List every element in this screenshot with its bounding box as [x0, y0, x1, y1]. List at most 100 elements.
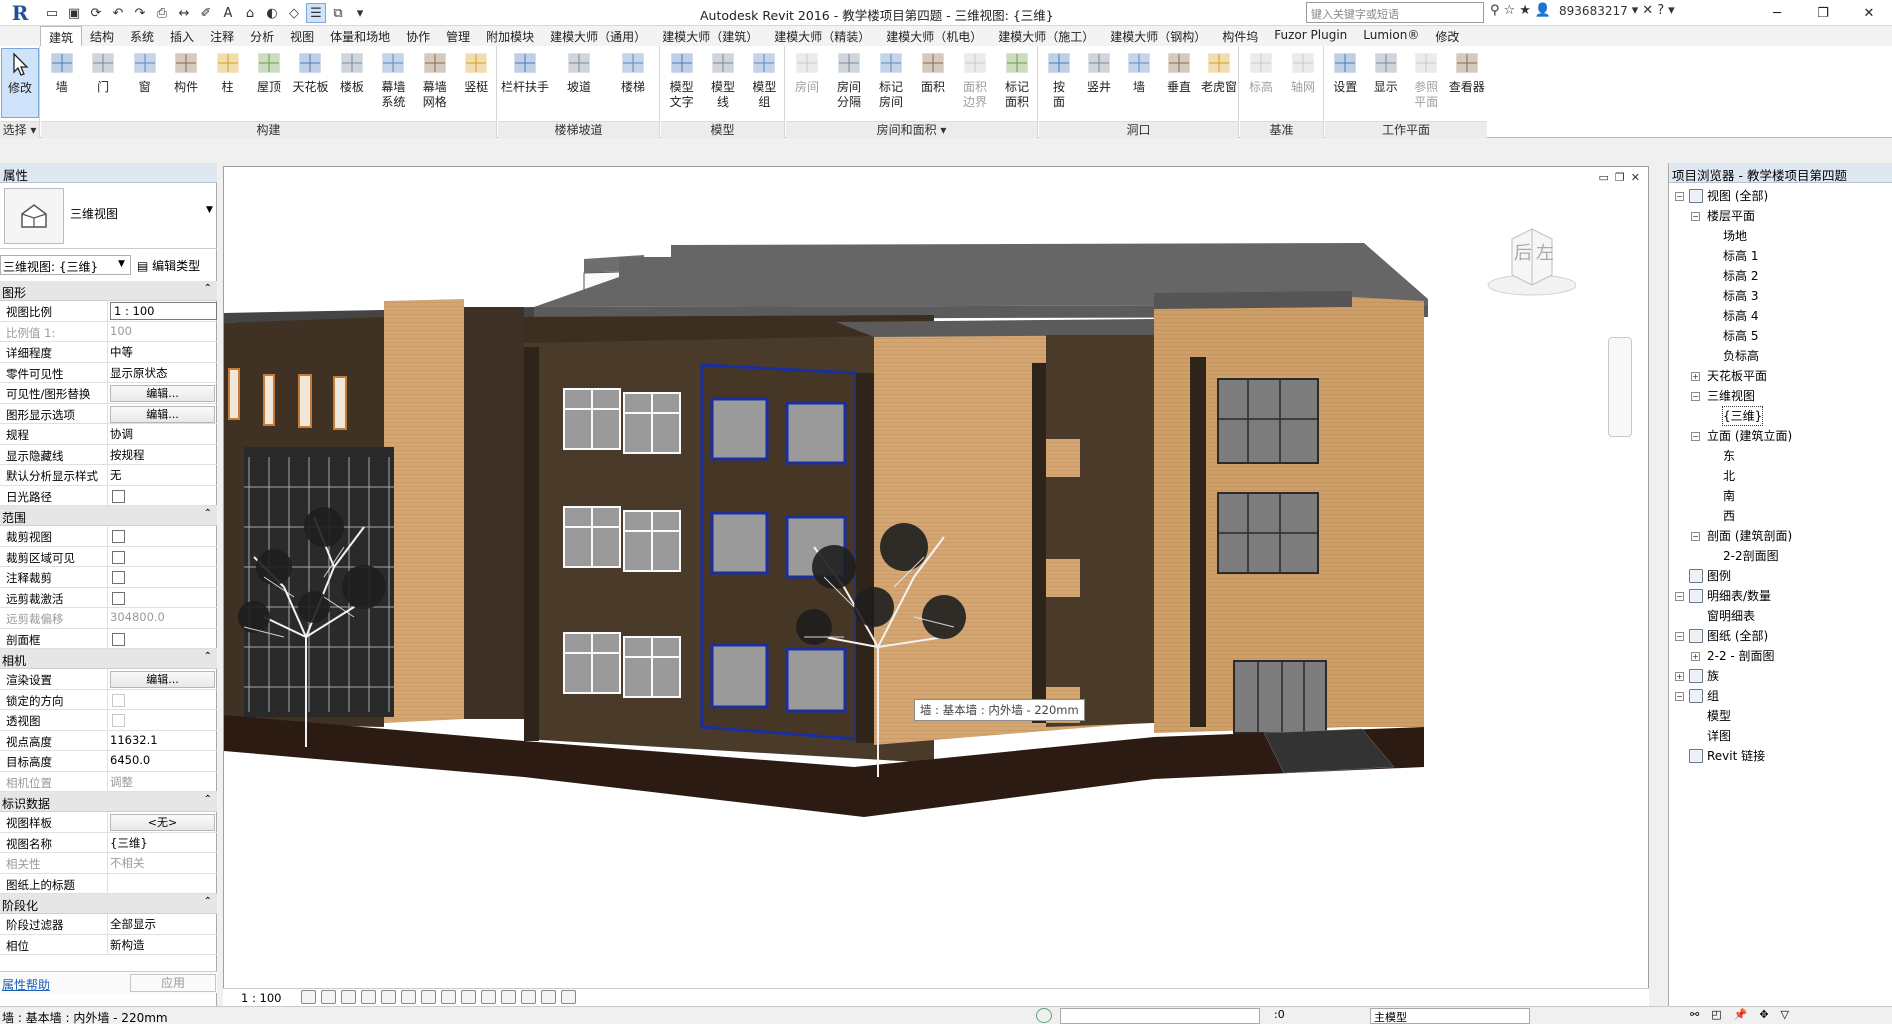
model-button-0[interactable]: 模型 文字	[661, 48, 702, 118]
open-icon[interactable]: ▭	[42, 3, 62, 23]
room-button-4[interactable]: 面积 边界	[954, 48, 996, 118]
collapse-icon[interactable]: −	[1675, 592, 1684, 601]
properties-help-link[interactable]: 属性帮助	[2, 976, 50, 993]
build-button-5[interactable]: 屋顶	[248, 48, 289, 118]
user-icon[interactable]: 👤	[1535, 3, 1551, 18]
room-button-1[interactable]: 房间 分隔	[828, 48, 870, 118]
datum-button-0[interactable]: 标高	[1240, 48, 1282, 118]
temp-view-props-icon[interactable]	[501, 990, 516, 1004]
collapse-icon[interactable]: −	[1675, 192, 1684, 201]
view-scale[interactable]: 1 : 100	[241, 991, 281, 1005]
circulation-button-0[interactable]: 栏杆扶手	[498, 48, 552, 118]
opening-button-3[interactable]: 垂直	[1159, 48, 1199, 118]
reveal-constraints-icon[interactable]	[561, 990, 576, 1004]
build-button-8[interactable]: 幕墙 系统	[373, 48, 414, 118]
prop-value[interactable]: 显示原状态	[108, 363, 217, 383]
tab-6[interactable]: 视图	[282, 26, 322, 46]
tree-node[interactable]: − 图纸 (全部)	[1669, 627, 1892, 647]
shadows-icon[interactable]	[361, 990, 376, 1004]
restore-icon[interactable]: ❐	[1800, 0, 1846, 26]
instance-dropdown-arrow-icon[interactable]: ▼	[118, 259, 125, 269]
prop-value[interactable]: 协调	[108, 424, 217, 444]
circulation-button-1[interactable]: 坡道	[552, 48, 606, 118]
tab-15[interactable]: 建模大师（施工）	[990, 26, 1102, 46]
prop-checkbox[interactable]	[112, 571, 125, 584]
search-input[interactable]: 键入关键字或短语	[1306, 2, 1484, 23]
collapse-icon[interactable]: −	[1675, 692, 1684, 701]
prop-checkbox[interactable]	[112, 632, 125, 646]
tree-node[interactable]: 模型	[1669, 707, 1892, 727]
tree-node[interactable]: 标高 3	[1669, 287, 1892, 307]
tree-node[interactable]: 2-2剖面图	[1669, 547, 1892, 567]
opening-button-4[interactable]: 老虎窗	[1199, 48, 1239, 118]
tree-node[interactable]: 场地	[1669, 227, 1892, 247]
workplane-button-3[interactable]: 查看器	[1447, 48, 1488, 118]
tab-2[interactable]: 系统	[122, 26, 162, 46]
collapse-icon[interactable]: −	[1691, 392, 1700, 401]
prop-value[interactable]: 新构造	[108, 935, 217, 955]
analysis-display-icon[interactable]	[521, 990, 536, 1004]
tree-node[interactable]: − 组	[1669, 687, 1892, 707]
room-button-3[interactable]: 面积	[912, 48, 954, 118]
sun-path-icon[interactable]	[341, 990, 356, 1004]
tab-14[interactable]: 建模大师（机电）	[878, 26, 990, 46]
tab-13[interactable]: 建模大师（精装）	[766, 26, 878, 46]
tab-18[interactable]: Fuzor Plugin	[1266, 26, 1355, 46]
tab-9[interactable]: 管理	[438, 26, 478, 46]
opening-button-2[interactable]: 墙	[1119, 48, 1159, 118]
reveal-hidden-icon[interactable]	[481, 990, 496, 1004]
datum-button-1[interactable]: 轴网	[1282, 48, 1324, 118]
group-label-room[interactable]: 房间和面积 ▾	[786, 121, 1037, 138]
prop-value[interactable]: 按规程	[108, 445, 217, 465]
viewcube-left[interactable]: 左	[1536, 239, 1554, 265]
collapse-icon[interactable]: ⌃	[204, 283, 212, 294]
tree-node[interactable]: 东	[1669, 447, 1892, 467]
build-button-2[interactable]: 窗	[124, 48, 165, 118]
tree-node[interactable]: 北	[1669, 467, 1892, 487]
collapse-icon[interactable]: −	[1675, 632, 1684, 641]
prop-section-4[interactable]: 阶段化 ⌃	[0, 894, 217, 914]
select-links-icon[interactable]: ⚯	[1690, 1008, 1699, 1021]
modify-button[interactable]: 修改	[1, 48, 39, 118]
prop-edit-button[interactable]: 编辑...	[110, 405, 215, 423]
group-label-select[interactable]: 选择 ▾	[0, 121, 39, 138]
3d-viewport[interactable]: ▭ ❐ ✕ 墙: 基本墙: 内外墙 - 220mm 后 左	[223, 166, 1649, 1006]
tree-node[interactable]: − 剖面 (建筑剖面)	[1669, 527, 1892, 547]
collapse-icon[interactable]: ⌃	[204, 794, 212, 805]
revit-logo[interactable]: R	[0, 0, 40, 26]
prop-value[interactable]: {三维}	[108, 833, 217, 853]
tab-1[interactable]: 结构	[82, 26, 122, 46]
prop-edit-button[interactable]: 编辑...	[110, 385, 215, 402]
close-hidden-icon[interactable]: ☰	[306, 3, 326, 23]
tree-node[interactable]: − 视图 (全部)	[1669, 187, 1892, 207]
exchange-icon[interactable]: ✕	[1642, 3, 1653, 18]
prop-checkbox[interactable]	[112, 591, 125, 605]
tab-3[interactable]: 插入	[162, 26, 202, 46]
tree-node[interactable]: − 明细表/数量	[1669, 587, 1892, 607]
collapse-icon[interactable]: −	[1691, 532, 1700, 541]
build-button-0[interactable]: 墙	[41, 48, 82, 118]
model-button-1[interactable]: 模型 线	[702, 48, 743, 118]
tab-7[interactable]: 体量和场地	[322, 26, 398, 46]
build-button-10[interactable]: 竖梃	[456, 48, 497, 118]
crop-region-icon[interactable]	[421, 990, 436, 1004]
apply-button[interactable]: 应用	[130, 974, 216, 992]
subscription-icon[interactable]: ☆	[1504, 3, 1516, 18]
room-button-0[interactable]: 房间	[786, 48, 828, 118]
prop-value[interactable]: 11632.1	[108, 731, 217, 751]
prop-checkbox[interactable]	[112, 550, 125, 564]
detail-level-icon[interactable]	[301, 990, 316, 1004]
tree-node[interactable]: + 天花板平面	[1669, 367, 1892, 387]
prop-checkbox[interactable]	[112, 489, 125, 503]
build-button-1[interactable]: 门	[82, 48, 123, 118]
user-dropdown-icon[interactable]: ▾	[1632, 3, 1639, 18]
room-button-2[interactable]: 标记 房间	[870, 48, 912, 118]
tree-node[interactable]: Revit 链接	[1669, 747, 1892, 767]
drag-elements-icon[interactable]: ✥	[1759, 1008, 1768, 1021]
instance-dropdown[interactable]: 三维视图: {三维}	[0, 255, 131, 275]
tab-19[interactable]: Lumion®	[1355, 26, 1427, 46]
default-3d-icon[interactable]: ⌂	[240, 3, 260, 23]
render-icon[interactable]	[381, 990, 396, 1004]
tree-node[interactable]: − 立面 (建筑立面)	[1669, 427, 1892, 447]
prop-edit-button[interactable]: 编辑...	[110, 671, 215, 688]
